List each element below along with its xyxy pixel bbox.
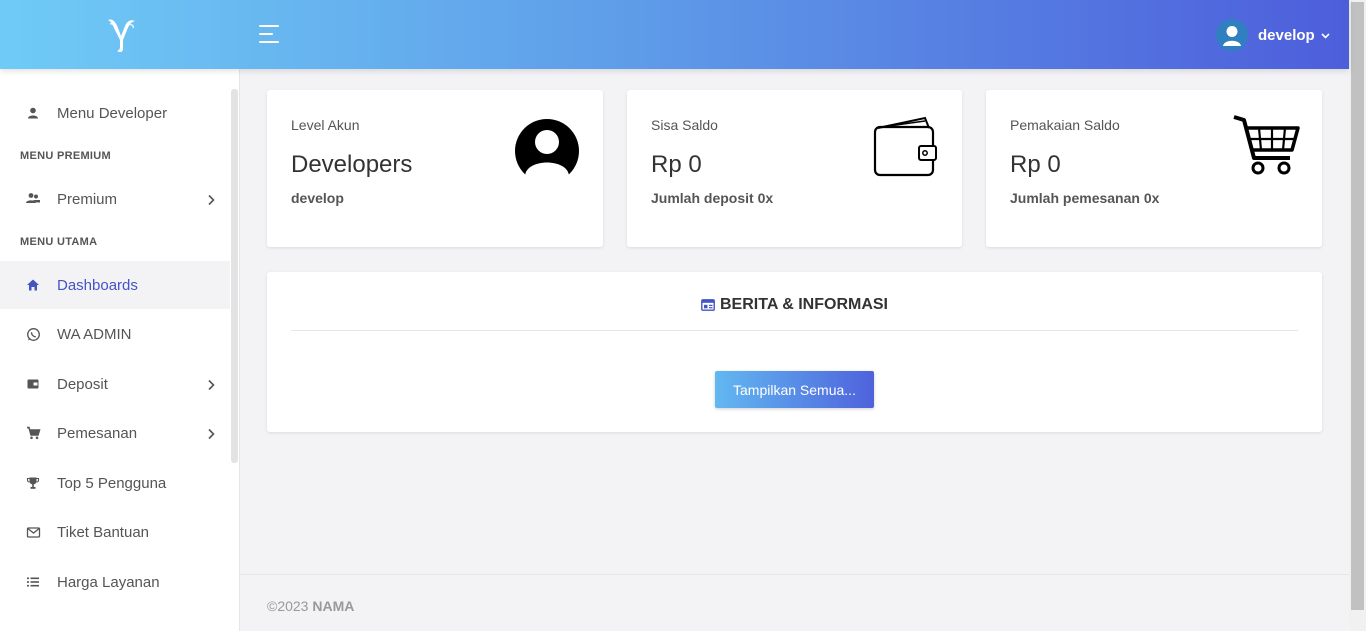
chevron-right-icon [206,378,216,391]
card-level-akun: Level Akun Developers develop [267,90,603,247]
sidebar-item-label: Dashboards [57,276,138,294]
card-label: Sisa Saldo [651,117,718,133]
newspaper-icon [701,298,715,316]
news-heading: BERITA & INFORMASI [267,296,1322,316]
card-subtext: Jumlah deposit 0x [651,190,774,206]
sidebar-item-menu-developer[interactable]: Menu Developer [0,89,230,137]
card-subtext: Jumlah pemesanan 0x [1010,190,1160,206]
hamburger-line [259,41,279,43]
avatar [1216,19,1248,51]
sidebar-item-dashboards[interactable]: Dashboards [0,261,230,309]
list-icon [24,573,42,591]
footer-brand: NAMA [312,598,355,614]
hamburger-line [259,25,279,27]
shopping-cart-icon [1232,114,1300,183]
menu-toggle-button[interactable] [259,25,281,45]
sidebar-item-label: Top 5 Pengguna [57,474,167,492]
page-scrollbar-thumb[interactable] [1351,2,1364,610]
user-menu-dropdown[interactable]: develop [1216,18,1330,52]
cart-icon [24,424,42,442]
sidebar-item-label: Pemesanan [57,424,138,442]
card-value: Rp 0 [651,151,702,178]
person-icon [24,104,42,122]
trophy-icon [24,474,42,492]
sidebar-item-deposit[interactable]: Deposit [0,360,230,408]
footer: ©2023 NAMA [240,574,1349,631]
chevron-down-icon [1321,26,1330,44]
card-label: Pemakaian Saldo [1010,117,1120,133]
hamburger-line [259,33,273,35]
chevron-right-icon [206,193,216,206]
sidebar-item-wa-admin[interactable]: WA ADMIN [0,310,230,358]
news-card: BERITA & INFORMASI Tampilkan Semua... [267,272,1322,432]
section-heading-utama: MENU UTAMA [20,236,98,248]
sidebar-item-label: WA ADMIN [57,325,132,343]
card-pemakaian-saldo: Pemakaian Saldo Rp 0 Jumlah pemesanan 0x [986,90,1322,247]
sidebar-item-label: Deposit [57,375,108,393]
card-label: Level Akun [291,117,360,133]
copyright-year: ©2023 [267,598,309,614]
home-icon [24,276,42,294]
user-circle-icon [514,118,580,181]
sidebar-item-pemesanan[interactable]: Pemesanan [0,409,230,457]
sidebar-item-label: Tiket Bantuan [57,523,149,541]
logo-icon[interactable] [104,16,138,54]
sidebar: Menu Developer MENU PREMIUM Premium MENU… [0,69,240,631]
sidebar-item-label: Premium [57,190,118,208]
sidebar-item-harga-layanan[interactable]: Harga Layanan [0,558,230,606]
card-value: Rp 0 [1010,151,1061,178]
show-all-button[interactable]: Tampilkan Semua... [715,371,874,408]
sidebar-item-premium[interactable]: Premium [0,175,230,223]
chevron-right-icon [206,427,216,440]
user-name: develop [1258,26,1315,44]
sidebar-item-tiket-bantuan[interactable]: Tiket Bantuan [0,508,230,556]
whatsapp-icon [24,325,42,343]
card-sisa-saldo: Sisa Saldo Rp 0 Jumlah deposit 0x [627,90,962,247]
sidebar-item-top5[interactable]: Top 5 Pengguna [0,459,230,507]
sidebar-item-label: Menu Developer [57,104,168,122]
section-heading-premium: MENU PREMIUM [20,150,111,162]
wallet-icon [24,375,42,393]
envelope-icon [24,523,42,541]
news-title: BERITA & INFORMASI [720,296,888,313]
wallet-icon [873,116,939,183]
card-subtext: develop [291,190,344,206]
card-value: Developers [291,151,413,178]
top-header: develop [0,0,1349,69]
page-scrollbar[interactable] [1349,0,1366,631]
people-icon [24,190,42,208]
footer-copyright: ©2023 NAMA [267,598,354,614]
divider [291,330,1298,331]
sidebar-scrollbar[interactable] [231,89,238,463]
sidebar-item-label: Harga Layanan [57,573,160,591]
